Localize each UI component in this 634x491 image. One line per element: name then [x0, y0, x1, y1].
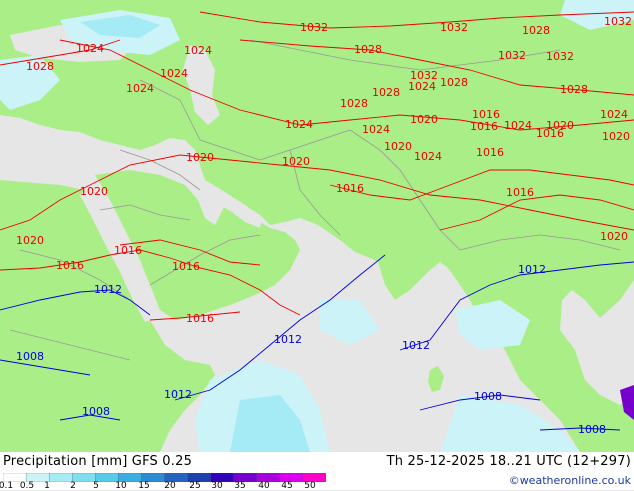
isobar-label: 1016 — [56, 259, 84, 272]
isobar-label: 1024 — [285, 118, 313, 131]
isobar-label: 1020 — [186, 151, 214, 164]
isobar-label: 1016 — [470, 120, 498, 133]
isobar-label: 1016 — [114, 244, 142, 257]
isobar-label: 1024 — [408, 80, 436, 93]
isobar-label: 1032 — [498, 49, 526, 62]
isobar-label: 1020 — [600, 230, 628, 243]
map-footer: Precipitation [mm] GFS 0.25 Th 25-12-202… — [0, 452, 634, 491]
isobar-label: 1028 — [522, 24, 550, 37]
isobar-label: 1020 — [16, 234, 44, 247]
isobar-label: 1028 — [372, 86, 400, 99]
isobar-label: 1024 — [414, 150, 442, 163]
map-canvas: 1032 1032 1032 1028 1028 1028 1028 1028 1028 1032… — [0, 0, 634, 452]
isobar-label: 1028 — [560, 83, 588, 96]
isobar-label: 1028 — [354, 43, 382, 56]
precipitation-map: 1032 1032 1032 1028 1028 1028 1028 1028 1028 1032… — [0, 0, 634, 452]
isobar-label: 1028 — [340, 97, 368, 110]
isobar-label: 1020 — [410, 113, 438, 126]
isobar-label: 1024 — [76, 42, 104, 55]
isobar-label: 1008 — [578, 423, 606, 436]
valid-time: Th 25-12-2025 18..21 UTC (12+297) — [386, 454, 631, 469]
isobar-label: 1012 — [164, 388, 192, 401]
isobar-label: 1024 — [160, 67, 188, 80]
isobar-label: 1012 — [402, 339, 430, 352]
isobar-label: 1032 — [546, 50, 574, 63]
isobar-label: 1024 — [600, 108, 628, 121]
site-credit-link[interactable]: ©weatheronline.co.uk — [509, 474, 631, 487]
isobar-label: 1028 — [26, 60, 54, 73]
isobar-label: 1012 — [274, 333, 302, 346]
isobar-label: 1024 — [184, 44, 212, 57]
isobar-label: 1012 — [518, 263, 546, 276]
isobar-label: 1016 — [336, 182, 364, 195]
isobar-label: 1020 — [602, 130, 630, 143]
isobar-label: 1016 — [476, 146, 504, 159]
isobar-label: 1016 — [172, 260, 200, 273]
isobar-label: 1008 — [474, 390, 502, 403]
isobar-label: 1032 — [604, 15, 632, 28]
isobar-label: 1024 — [504, 119, 532, 132]
isobar-label: 1032 — [440, 21, 468, 34]
isobar-label: 1028 — [440, 76, 468, 89]
isobar-label: 1024 — [126, 82, 154, 95]
isobar-label: 1020 — [384, 140, 412, 153]
isobar-label: 1008 — [16, 350, 44, 363]
isobar-label: 1008 — [82, 405, 110, 418]
isobar-label: 1016 — [186, 312, 214, 325]
isobar-label: 1024 — [362, 123, 390, 136]
isobar-label: 1020 — [282, 155, 310, 168]
isobar-label: 1020 — [80, 185, 108, 198]
isobar-label: 1012 — [94, 283, 122, 296]
isobar-label: 1032 — [300, 21, 328, 34]
isobar-label: 1016 — [506, 186, 534, 199]
isobar-label: 1016 — [536, 127, 564, 140]
map-title: Precipitation [mm] GFS 0.25 — [3, 454, 193, 469]
